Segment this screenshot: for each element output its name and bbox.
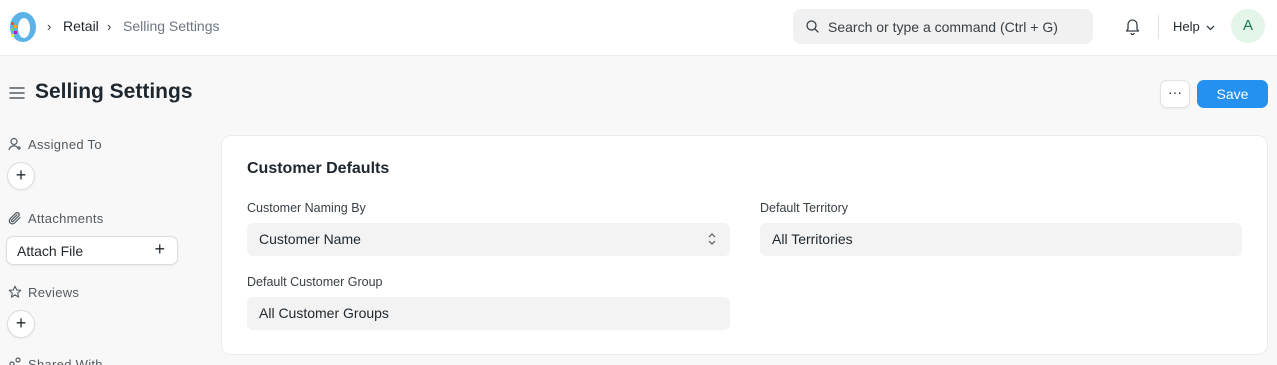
help-dropdown[interactable]: Help <box>1173 19 1215 34</box>
default-territory-field[interactable]: All Territories <box>760 223 1242 256</box>
assigned-to-label: Assigned To <box>28 137 102 152</box>
customer-naming-by-value: Customer Name <box>259 231 361 247</box>
default-territory-value: All Territories <box>772 231 853 247</box>
search-icon <box>806 20 819 33</box>
sidebar-toggle-icon[interactable] <box>9 86 25 100</box>
chevron-right-icon: › <box>47 19 52 34</box>
chevron-right-icon: › <box>107 19 112 34</box>
star-icon <box>8 285 22 298</box>
help-label: Help <box>1173 19 1200 34</box>
share-icon <box>9 357 21 365</box>
notification-bell-icon[interactable] <box>1124 17 1141 35</box>
section-title: Customer Defaults <box>247 160 390 177</box>
default-customer-group-value: All Customer Groups <box>259 305 389 321</box>
shared-with-label: Shared With <box>28 357 103 365</box>
sidebar-reviews: Reviews <box>8 285 79 300</box>
add-assignee-button[interactable]: + <box>7 162 35 190</box>
default-customer-group-label: Default Customer Group <box>247 275 383 289</box>
reviews-label: Reviews <box>28 285 80 300</box>
customer-naming-by-label: Customer Naming By <box>247 201 366 215</box>
user-avatar[interactable]: A <box>1231 9 1265 43</box>
add-review-button[interactable]: + <box>7 310 35 338</box>
page-title: Selling Settings <box>35 80 193 103</box>
attach-file-button[interactable]: Attach File + <box>6 236 178 265</box>
paperclip-icon <box>8 212 21 225</box>
customer-defaults-card: Customer Defaults Customer Naming By Cus… <box>221 135 1268 355</box>
sidebar-attachments: Attachments <box>8 211 104 226</box>
default-territory-label: Default Territory <box>760 201 848 215</box>
chevron-down-icon <box>1206 25 1215 30</box>
app-logo[interactable] <box>8 10 38 44</box>
more-actions-button[interactable]: ··· <box>1160 80 1190 108</box>
navbar: › Retail › Selling Settings Search or ty… <box>0 0 1277 56</box>
user-plus-icon <box>8 137 21 151</box>
select-arrows-icon <box>708 233 716 245</box>
breadcrumb-selling-settings[interactable]: Selling Settings <box>123 18 220 34</box>
sidebar-assigned-to: Assigned To <box>8 137 102 152</box>
search-bar[interactable]: Search or type a command (Ctrl + G) <box>793 9 1093 44</box>
search-input[interactable]: Search or type a command (Ctrl + G) <box>828 19 1058 35</box>
plus-icon: + <box>154 239 165 259</box>
customer-naming-by-select[interactable]: Customer Name <box>247 223 730 256</box>
save-button[interactable]: Save <box>1197 80 1268 108</box>
attach-file-label: Attach File <box>17 243 84 259</box>
navbar-divider <box>1158 15 1159 39</box>
default-customer-group-field[interactable]: All Customer Groups <box>247 297 730 330</box>
attachments-label: Attachments <box>28 211 104 226</box>
sidebar-shared-with: Shared With <box>8 357 103 365</box>
breadcrumb-retail[interactable]: Retail <box>63 18 99 34</box>
